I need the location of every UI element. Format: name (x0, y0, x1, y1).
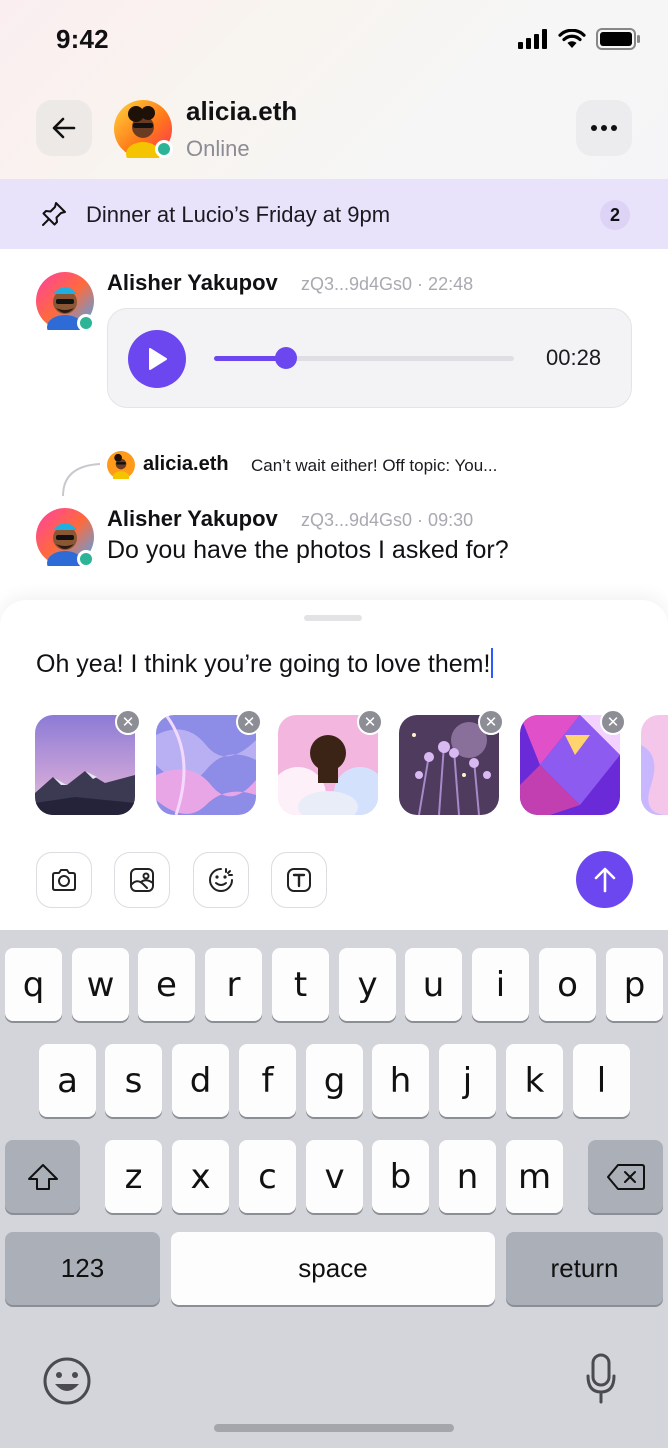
delete-key[interactable] (588, 1140, 663, 1213)
text-caret (491, 648, 494, 678)
more-horizontal-icon (591, 125, 617, 131)
key[interactable]: w (72, 948, 129, 1021)
key[interactable]: j (439, 1044, 496, 1117)
microphone-icon[interactable] (586, 1352, 616, 1406)
arrow-up-icon (594, 867, 615, 892)
emoji-icon[interactable] (42, 1356, 92, 1406)
reply-connector (62, 463, 101, 497)
key[interactable]: f (239, 1044, 296, 1117)
key[interactable]: n (439, 1140, 496, 1213)
key[interactable]: h (372, 1044, 429, 1117)
pinned-count-badge: 2 (600, 200, 630, 230)
numbers-key[interactable]: 123 (5, 1232, 160, 1305)
key[interactable]: v (306, 1140, 363, 1213)
pinned-message-text: Dinner at Lucio’s Friday at 9pm (86, 202, 391, 227)
key[interactable]: e (138, 948, 195, 1021)
camera-icon (52, 869, 76, 891)
key[interactable]: g (306, 1044, 363, 1117)
shift-icon (27, 1163, 58, 1190)
return-key[interactable]: return (506, 1232, 663, 1305)
remove-attachment-button[interactable]: ✕ (600, 709, 626, 735)
remove-attachment-button[interactable]: ✕ (236, 709, 262, 735)
status-time: 9:42 (56, 24, 109, 54)
key[interactable]: r (205, 948, 262, 1021)
online-indicator (77, 314, 95, 332)
space-key[interactable]: space (171, 1232, 495, 1305)
reply-author: alicia.eth (143, 453, 229, 475)
attachment-thumbnail[interactable] (641, 715, 668, 815)
text-format-button[interactable] (271, 852, 327, 908)
pin-icon (42, 202, 66, 226)
reply-preview-text[interactable]: Can’t wait either! Off topic: You... (251, 456, 497, 476)
key[interactable]: y (339, 948, 396, 1021)
key[interactable]: s (105, 1044, 162, 1117)
key[interactable]: t (272, 948, 329, 1021)
voice-duration: 00:28 (546, 345, 602, 370)
backspace-icon (606, 1163, 645, 1190)
remove-attachment-button[interactable]: ✕ (478, 709, 504, 735)
key[interactable]: b (372, 1140, 429, 1213)
key[interactable]: x (172, 1140, 229, 1213)
voice-progress-thumb[interactable] (275, 347, 297, 369)
key[interactable]: o (539, 948, 596, 1021)
gallery-button[interactable] (114, 852, 170, 908)
key[interactable]: c (239, 1140, 296, 1213)
remove-attachment-button[interactable]: ✕ (357, 709, 383, 735)
message-meta: zQ3...9d4Gs0 · 09:30 (301, 510, 474, 530)
key[interactable]: k (506, 1044, 563, 1117)
contact-name[interactable]: alicia.eth (186, 96, 297, 127)
remove-attachment-button[interactable]: ✕ (115, 709, 141, 735)
image-icon (130, 868, 154, 892)
message-text: Do you have the photos I asked for? (107, 536, 509, 564)
sticker-button[interactable] (193, 852, 249, 908)
key[interactable]: a (39, 1044, 96, 1117)
sticker-icon (209, 868, 233, 892)
text-format-icon (287, 868, 311, 892)
shift-key[interactable] (5, 1140, 80, 1213)
play-icon (149, 348, 167, 370)
home-indicator (214, 1424, 454, 1432)
message-input[interactable]: Oh yea! I think you’re going to love the… (36, 648, 494, 679)
key[interactable]: q (5, 948, 62, 1021)
more-options-button[interactable] (576, 100, 632, 156)
online-indicator (77, 550, 95, 568)
online-indicator (155, 140, 173, 158)
message-meta: zQ3...9d4Gs0 · 22:48 (301, 274, 474, 294)
status-icons (518, 28, 640, 50)
reply-avatar (107, 451, 135, 483)
key[interactable]: p (606, 948, 663, 1021)
arrow-left-icon (52, 117, 76, 139)
key[interactable]: l (573, 1044, 630, 1117)
wifi-icon (558, 29, 586, 48)
message-input-text: Oh yea! I think you’re going to love the… (36, 650, 491, 678)
key[interactable]: z (105, 1140, 162, 1213)
key[interactable]: i (472, 948, 529, 1021)
message-author[interactable]: Alisher Yakupov (107, 270, 278, 296)
camera-button[interactable] (36, 852, 92, 908)
battery-icon (596, 28, 640, 50)
keyboard: q w e r t y u i o p a s d f g h j k l z … (0, 930, 668, 1448)
key[interactable]: d (172, 1044, 229, 1117)
send-button[interactable] (576, 851, 633, 908)
message-author[interactable]: Alisher Yakupov (107, 506, 278, 532)
signal-icon (518, 29, 547, 49)
contact-status: Online (186, 136, 250, 161)
key[interactable]: u (405, 948, 462, 1021)
sheet-grabber[interactable] (304, 615, 362, 621)
back-button[interactable] (36, 100, 92, 156)
key[interactable]: m (506, 1140, 563, 1213)
play-button[interactable] (128, 330, 186, 388)
